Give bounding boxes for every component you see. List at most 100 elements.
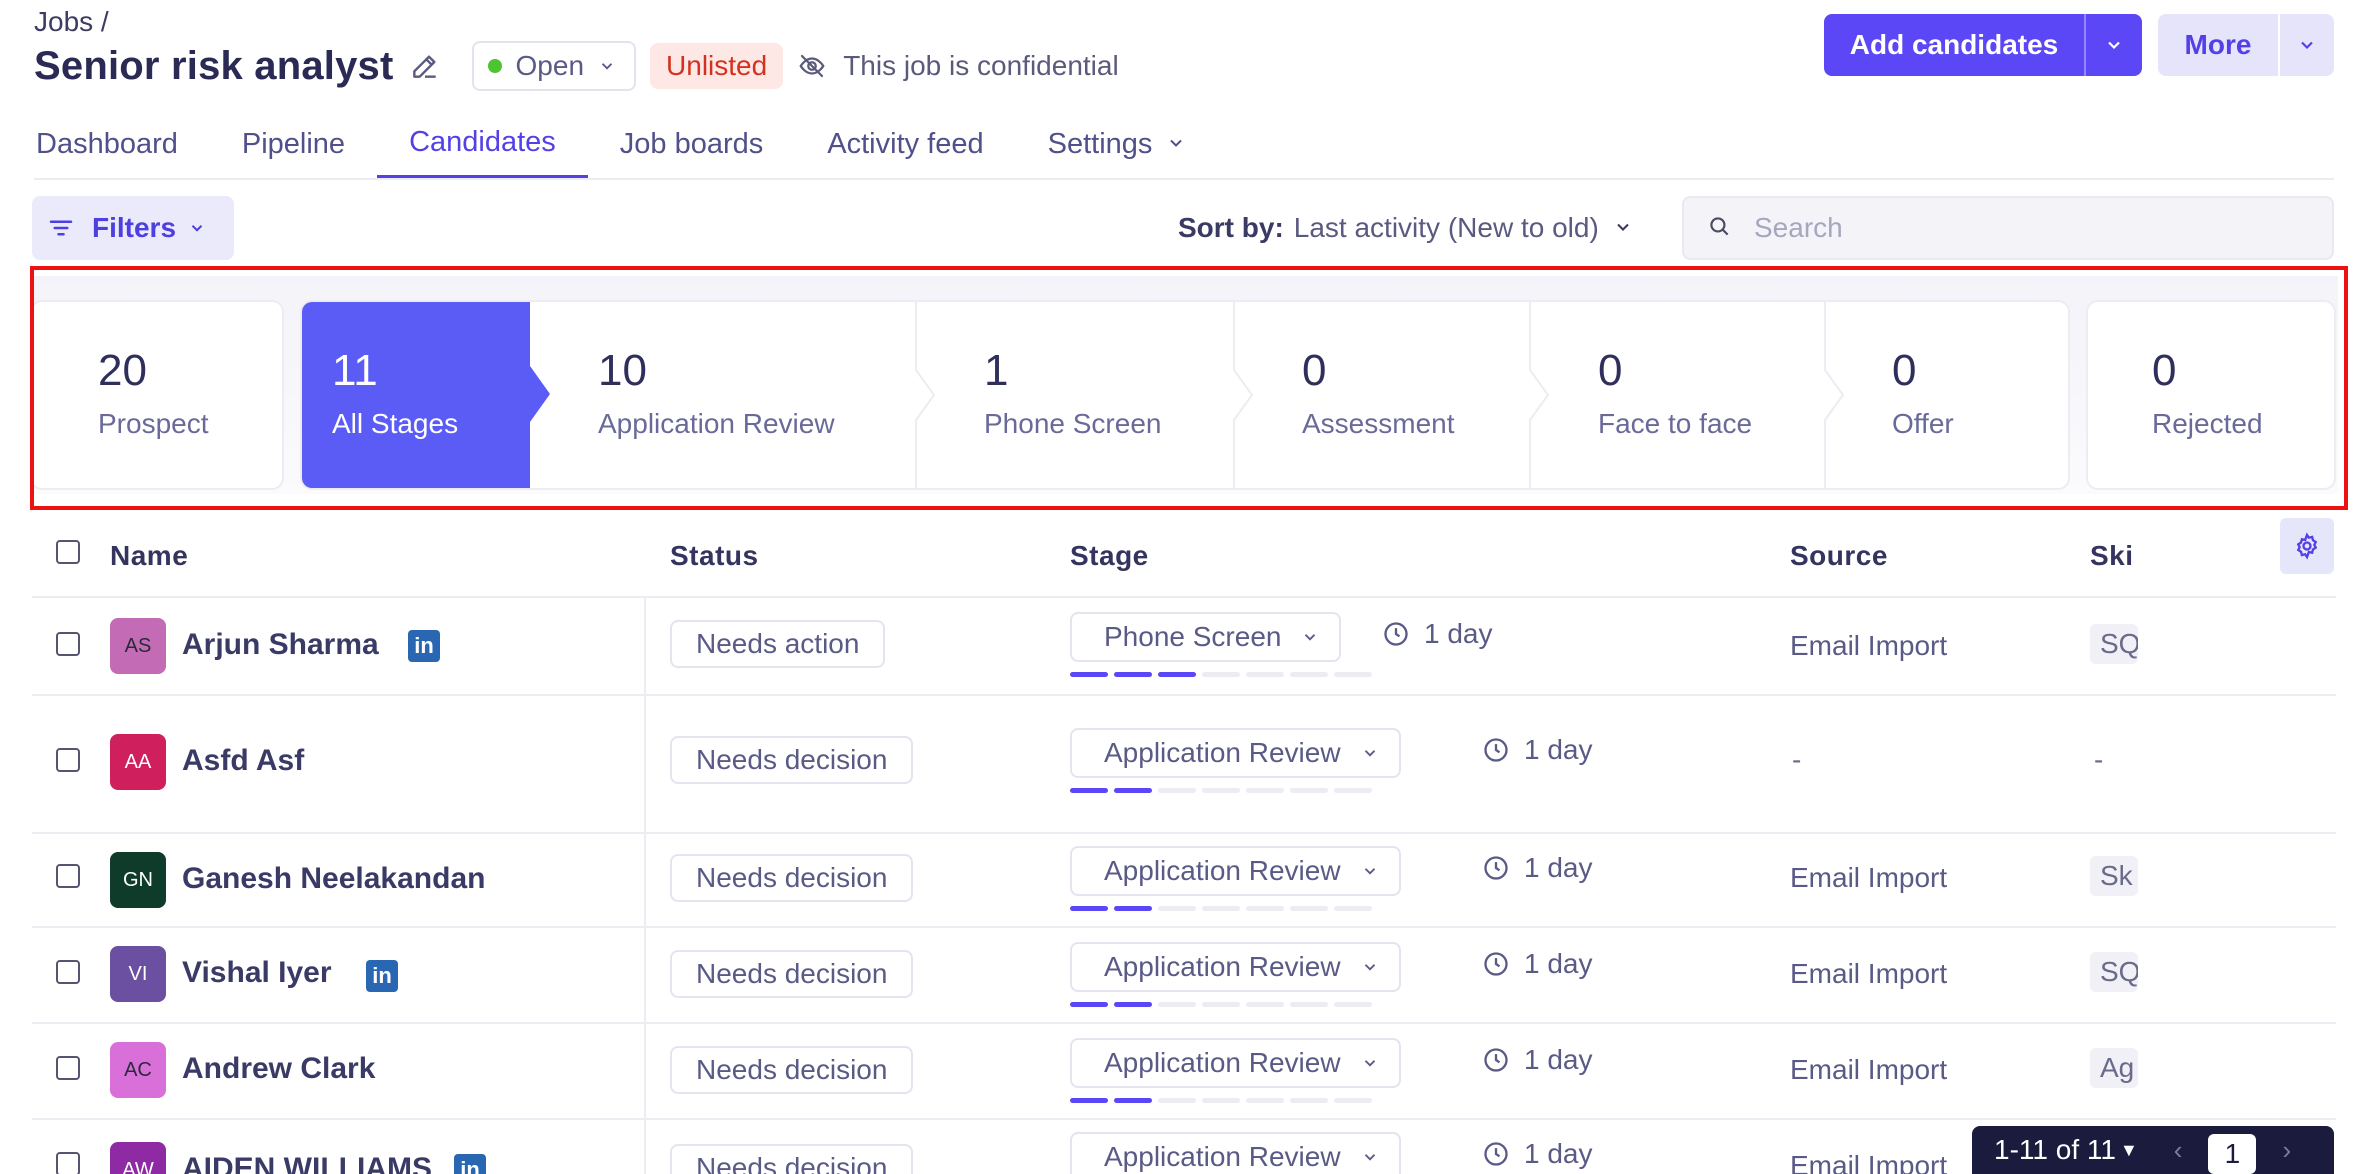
table-row[interactable]: AS Arjun Sharma in Needs action Phone Sc… [32,598,2336,696]
clock-icon [1482,1140,1510,1168]
job-tabs: Dashboard Pipeline Candidates Job boards… [34,110,2334,180]
status-chip[interactable]: Needs decision [670,854,914,902]
stage-count: 0 [1302,346,1327,395]
progress-segment [1070,1002,1108,1007]
stage-application-review[interactable]: 10 Application Review [552,302,912,488]
sort-dropdown[interactable]: Sort by: Last activity (New to old) [1178,206,1633,250]
caret-down-icon[interactable]: ▼ [2120,1140,2138,1161]
pagination-range[interactable]: 1-11 of 11 [1994,1134,2116,1166]
tab-pipeline[interactable]: Pipeline [210,110,377,178]
stage-all-stages[interactable]: 11 All Stages [302,302,530,488]
column-settings-button[interactable] [2280,518,2334,574]
table-row[interactable]: AA Asfd Asf Needs decision Application R… [32,694,2336,834]
progress-segment [1202,672,1240,677]
row-checkbox[interactable] [56,1056,80,1080]
skill-tag: - [2094,744,2104,775]
next-page-icon[interactable]: › [2282,1135,2291,1166]
column-header-skills[interactable]: Ski [2090,540,2166,572]
add-candidates-button[interactable]: Add candidates [1824,14,2084,76]
stage-name: All Stages [332,408,459,439]
stage-dropdown[interactable]: Phone Screen [1070,612,1342,662]
tab-candidates[interactable]: Candidates [377,110,588,178]
search-input[interactable] [1752,211,2316,245]
tab-job-boards[interactable]: Job boards [588,110,796,178]
status-chip[interactable]: Needs decision [670,1046,914,1094]
column-header-source[interactable]: Source [1790,540,1888,572]
status-chip[interactable]: Needs action [670,620,886,668]
pencil-icon[interactable] [408,49,442,83]
candidate-name[interactable]: Andrew Clark [182,1052,375,1086]
tab-label: Job boards [619,127,764,160]
time-in-stage: 1 day [1482,1138,1593,1170]
add-candidates-menu-toggle[interactable] [2084,14,2142,76]
duration-text: 1 day [1524,734,1593,765]
stage-assessment[interactable]: 0 Assessment [1258,302,1528,488]
stage-dropdown[interactable]: Application Review [1070,1132,1401,1174]
source-text: Email Import [1790,958,1948,989]
tab-settings[interactable]: Settings [1016,110,1219,178]
progress-segment [1158,1098,1196,1103]
stage-separator-chevron [1233,302,1254,488]
linkedin-icon[interactable]: in [408,630,440,662]
job-status-dropdown[interactable]: Open [471,41,637,91]
stage-rejected[interactable]: 0 Rejected [2088,302,2334,488]
candidate-name[interactable]: Vishal Iyer [182,956,332,990]
row-checkbox[interactable] [56,864,80,888]
tab-dashboard[interactable]: Dashboard [34,110,210,178]
stage-prospect[interactable]: 20 Prospect [32,302,282,488]
stage-separator-chevron [915,302,936,488]
row-checkbox[interactable] [56,632,80,656]
progress-segment [1070,906,1108,911]
stage-dropdown[interactable]: Application Review [1070,942,1401,992]
status-dot-icon [487,59,502,73]
chevron-down-icon [1361,1047,1379,1079]
progress-segment [1202,1098,1240,1103]
table-row[interactable]: GN Ganesh Neelakandan Needs decision App… [32,832,2336,928]
avatar: AW [110,1142,166,1174]
progress-segment [1246,906,1284,911]
linkedin-icon[interactable]: in [366,960,398,992]
candidate-name[interactable]: Ganesh Neelakandan [182,862,485,896]
more-menu-toggle[interactable] [2278,14,2334,76]
filters-button[interactable]: Filters [32,196,234,260]
candidate-name[interactable]: Asfd Asf [182,744,304,778]
breadcrumb[interactable]: Jobs / [34,6,109,38]
table-row[interactable]: AC Andrew Clark Needs decision Applicati… [32,1022,2336,1120]
stage-dropdown[interactable]: Application Review [1070,728,1401,778]
skill-tag: SQ [2090,952,2138,992]
select-all-checkbox[interactable] [56,540,80,564]
row-checkbox[interactable] [56,1152,80,1174]
stage-offer[interactable]: 0 Offer [1848,302,2068,488]
stage-dropdown[interactable]: Application Review [1070,846,1401,896]
chevron-down-icon [188,212,206,244]
stage-dropdown[interactable]: Application Review [1070,1038,1401,1088]
duration-text: 1 day [1524,948,1593,979]
status-chip[interactable]: Needs decision [670,950,914,998]
row-checkbox[interactable] [56,748,80,772]
avatar: AC [110,1042,166,1098]
linkedin-icon[interactable]: in [454,1154,486,1174]
progress-segment [1334,906,1372,911]
column-header-name[interactable]: Name [110,540,188,572]
column-header-status[interactable]: Status [670,540,759,572]
tab-activity-feed[interactable]: Activity feed [795,110,1015,178]
clock-icon [1482,736,1510,764]
previous-page-icon[interactable]: ‹ [2174,1135,2183,1166]
chevron-down-icon [1361,737,1379,769]
stage-face-to-face[interactable]: 0 Face to face [1554,302,1824,488]
clock-icon [1482,1046,1510,1074]
candidate-name[interactable]: Arjun Sharma [182,628,379,662]
more-button[interactable]: More [2158,14,2278,76]
progress-segment [1246,1098,1284,1103]
status-chip[interactable]: Needs decision [670,736,914,784]
stage-count: 1 [984,346,1009,395]
stage-progress [1070,1098,1378,1103]
stage-phone-screen[interactable]: 1 Phone Screen [940,302,1234,488]
progress-segment [1246,672,1284,677]
column-header-stage[interactable]: Stage [1070,540,1149,572]
table-row[interactable]: VI Vishal Iyer in Needs decision Applica… [32,926,2336,1024]
current-page-button[interactable]: 1 [2208,1134,2257,1174]
row-checkbox[interactable] [56,960,80,984]
status-chip[interactable]: Needs decision [670,1144,914,1174]
candidate-name[interactable]: AIDEN WILLIAMS [182,1152,432,1174]
